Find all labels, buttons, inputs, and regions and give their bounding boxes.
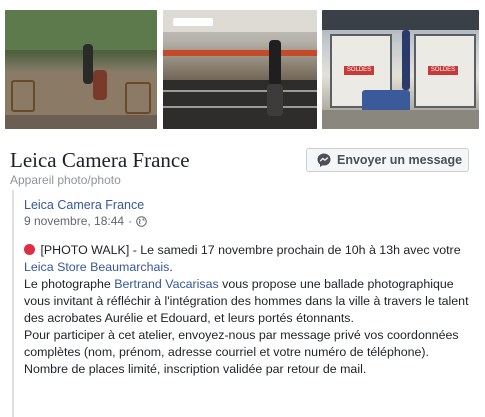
post-paragraph-2: Le photographe Bertrand Vacarisas vous p… — [24, 276, 476, 327]
page-title[interactable]: Leica Camera France — [10, 148, 190, 173]
photo-cafe-acrobats[interactable] — [5, 10, 157, 129]
photo-shop-window[interactable]: SOLDES SOLDES — [322, 10, 479, 129]
post-paragraph-3: Pour participer à cet atelier, envoyez-n… — [24, 328, 459, 359]
post-paragraph-4: Nombre de places limité, inscription val… — [24, 362, 367, 376]
post-text: Le photographe — [24, 277, 115, 291]
send-message-button[interactable]: Envoyer un message — [306, 148, 469, 172]
page-category[interactable]: Appareil photo/photo — [10, 173, 121, 187]
photo-strip: SOLDES SOLDES — [0, 0, 485, 133]
send-message-label: Envoyer un message — [337, 153, 463, 167]
store-link[interactable]: Leica Store Beaumarchais — [24, 260, 169, 274]
post-text: [PHOTO WALK] - Le samedi 17 novembre pro… — [40, 243, 461, 257]
soldes-sign-left: SOLDES — [346, 67, 372, 73]
soldes-sign-right: SOLDES — [430, 67, 456, 73]
messenger-icon — [317, 153, 331, 167]
post-body: [PHOTO WALK] - Le samedi 17 novembre pro… — [24, 242, 476, 378]
post-meta: 9 novembre, 18:44 · — [24, 214, 147, 228]
post-author-link[interactable]: Leica Camera France — [24, 198, 144, 212]
post: Leica Camera France 9 novembre, 18:44 · … — [12, 190, 474, 417]
globe-icon[interactable] — [136, 215, 147, 227]
post-timestamp[interactable]: 9 novembre, 18:44 — [24, 214, 124, 228]
page-card: SOLDES SOLDES Leica Camera France Appare… — [0, 0, 485, 417]
photographer-link[interactable]: Bertrand Vacarisas — [114, 277, 218, 291]
meta-separator: · — [128, 214, 133, 228]
red-circle-icon — [24, 244, 35, 255]
photo-metro-platform[interactable] — [163, 10, 317, 129]
post-paragraph-1: [PHOTO WALK] - Le samedi 17 novembre pro… — [24, 242, 476, 276]
post-text: . — [169, 260, 173, 274]
